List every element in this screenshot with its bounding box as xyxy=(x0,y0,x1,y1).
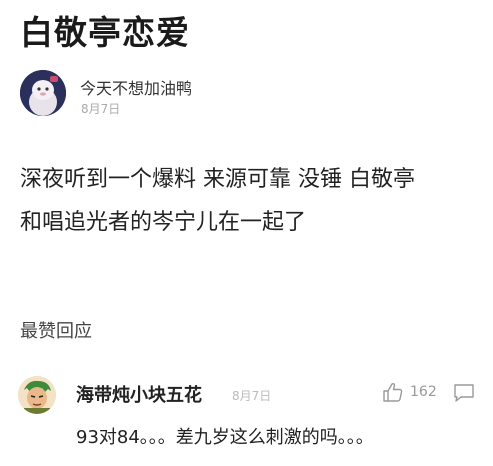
post-author-avatar[interactable] xyxy=(20,70,66,116)
page-title: 白敬亭恋爱 xyxy=(20,13,190,52)
comment-text: 93对84。。。差九岁这么刺激的吗。。。 xyxy=(76,427,374,448)
reply-button[interactable] xyxy=(452,382,476,404)
like-count: 162 xyxy=(410,384,437,400)
post-date: 8月7日 xyxy=(81,102,121,116)
comment-date: 8月7日 xyxy=(232,389,272,403)
post-body-line: 和唱追光者的岑宁儿在一起了 xyxy=(20,210,307,235)
top-comments-heading: 最赞回应 xyxy=(20,321,92,342)
post-body: 深夜听到一个爆料 来源可靠 没锤 白敬亭 和唱追光者的岑宁儿在一起了 xyxy=(20,158,480,244)
comment-author-avatar[interactable] xyxy=(18,376,56,414)
comment-bubble-icon xyxy=(454,384,474,402)
anime-character-avatar-icon xyxy=(18,376,56,414)
like-button[interactable]: 162 xyxy=(382,380,437,404)
post-author-name[interactable]: 今天不想加油鸭 xyxy=(80,75,192,99)
cartoon-character-avatar-icon xyxy=(20,70,66,116)
post-body-line: 深夜听到一个爆料 来源可靠 没锤 白敬亭 xyxy=(20,167,415,192)
thumbs-up-icon xyxy=(383,382,403,402)
comment-author-name[interactable]: 海带炖小块五花 xyxy=(76,381,202,407)
